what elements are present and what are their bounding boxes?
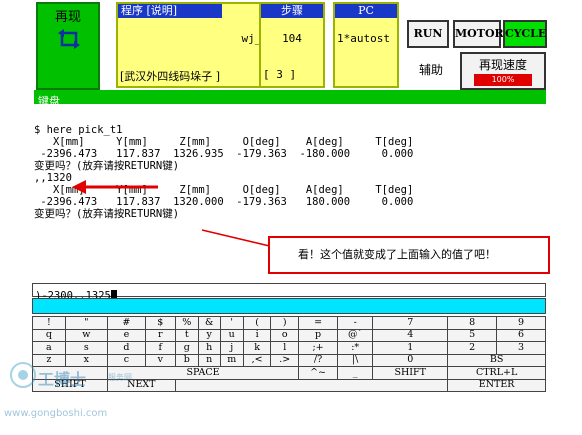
- key[interactable]: r: [144, 328, 176, 342]
- key[interactable]: ,<: [242, 353, 272, 367]
- watermark-sub: 服务网: [108, 373, 132, 382]
- key[interactable]: e: [106, 328, 146, 342]
- key[interactable]: ): [270, 316, 300, 330]
- step-sub: [ 3 ]: [263, 68, 297, 81]
- speed-value: 100%: [491, 75, 515, 84]
- key[interactable]: $: [144, 316, 176, 330]
- key[interactable]: y: [197, 328, 221, 342]
- key[interactable]: k: [242, 341, 272, 355]
- key-lock-bar[interactable]: 键盘: [34, 90, 546, 108]
- key[interactable]: s: [64, 341, 108, 355]
- terminal-line: $ here pick_t1: [34, 124, 123, 136]
- enter-key[interactable]: ENTER: [447, 378, 546, 392]
- key[interactable]: b: [174, 353, 199, 367]
- key[interactable]: :*: [337, 341, 374, 355]
- callout-text: 看！这个值就变成了上面输入的值了吧！: [298, 248, 496, 261]
- key[interactable]: -: [337, 316, 374, 330]
- key[interactable]: ": [64, 316, 108, 330]
- shift-key-right[interactable]: SHIFT: [372, 366, 449, 380]
- replay-icon: [58, 29, 80, 49]
- pc-title: PC: [335, 4, 397, 18]
- key[interactable]: =: [298, 316, 339, 330]
- key[interactable]: !: [32, 316, 66, 330]
- key[interactable]: p: [298, 328, 339, 342]
- terminal-line: 变更吗？(放弃请按RETURN键): [34, 160, 180, 172]
- underscore-key[interactable]: _: [337, 366, 374, 380]
- motor-button[interactable]: MOTOR: [453, 20, 504, 48]
- key[interactable]: 3: [496, 341, 546, 355]
- key[interactable]: 5: [447, 328, 498, 342]
- key[interactable]: d: [106, 341, 146, 355]
- key[interactable]: w: [64, 328, 108, 342]
- terminal-line: -2396.473 117.837 1326.935 -179.363 -180…: [34, 148, 414, 160]
- caret-key[interactable]: ^~: [298, 366, 339, 380]
- pc-value: 1*autost: [337, 32, 390, 45]
- key-blank[interactable]: [174, 378, 449, 392]
- key[interactable]: #: [106, 316, 146, 330]
- program-panel[interactable]: 程序 [说明] wj_4 [武汉外四线码垛子 ]: [116, 2, 276, 88]
- command-input[interactable]: )-2300,,1325: [32, 283, 546, 302]
- key[interactable]: (: [242, 316, 272, 330]
- cycle-button[interactable]: CYCLE: [503, 20, 547, 48]
- speed-value-bar: 100%: [474, 74, 532, 86]
- replay-label: 再现: [54, 10, 81, 25]
- replay-button[interactable]: 再现: [36, 2, 100, 90]
- key[interactable]: 2: [447, 341, 498, 355]
- key[interactable]: 0: [372, 353, 449, 367]
- key[interactable]: 4: [372, 328, 449, 342]
- program-title: 程序 [说明]: [118, 4, 222, 18]
- key[interactable]: n: [197, 353, 221, 367]
- key[interactable]: f: [144, 341, 176, 355]
- key[interactable]: t: [174, 328, 199, 342]
- key[interactable]: .>: [270, 353, 300, 367]
- key[interactable]: l: [270, 341, 300, 355]
- key[interactable]: u: [219, 328, 244, 342]
- key[interactable]: ': [219, 316, 244, 330]
- key[interactable]: 9: [496, 316, 546, 330]
- run-button[interactable]: RUN: [407, 20, 449, 48]
- cyan-bar: [32, 298, 546, 314]
- key[interactable]: o: [270, 328, 300, 342]
- key[interactable]: @`: [337, 328, 374, 342]
- key[interactable]: &: [197, 316, 221, 330]
- program-comment: [武汉外四线码垛子 ]: [120, 70, 221, 83]
- key[interactable]: 7: [372, 316, 449, 330]
- key[interactable]: 1: [372, 341, 449, 355]
- ctrl-l-key[interactable]: CTRL+L: [447, 366, 546, 380]
- step-panel[interactable]: 步骤 104 [ 3 ]: [259, 2, 325, 88]
- watermark-url: www.gongboshi.com: [4, 408, 108, 419]
- backspace-key[interactable]: BS: [447, 353, 546, 367]
- terminal-line: -2396.473 117.837 1320.000 -179.363 180.…: [34, 196, 414, 208]
- key[interactable]: g: [174, 341, 199, 355]
- key[interactable]: ;+: [298, 341, 339, 355]
- key[interactable]: 8: [447, 316, 498, 330]
- pc-panel[interactable]: PC 1*autost: [333, 2, 399, 88]
- key[interactable]: j: [219, 341, 244, 355]
- callout-box: 看！这个值就变成了上面输入的值了吧！: [268, 236, 550, 274]
- key[interactable]: h: [197, 341, 221, 355]
- key[interactable]: 6: [496, 328, 546, 342]
- key[interactable]: a: [32, 341, 66, 355]
- key[interactable]: |\: [337, 353, 374, 367]
- red-arrow-icon: [72, 180, 158, 194]
- key[interactable]: %: [174, 316, 199, 330]
- speed-panel[interactable]: 再现速度 100%: [460, 52, 546, 90]
- step-value: 104: [282, 32, 302, 45]
- watermark-logo-icon: [10, 362, 36, 388]
- key[interactable]: q: [32, 328, 66, 342]
- watermark: 工博士 服务网 www.gongboshi.com: [2, 356, 172, 426]
- watermark-brand: 工博士: [38, 370, 87, 389]
- key[interactable]: m: [219, 353, 244, 367]
- terminal-line: 变更吗？(放弃请按RETURN键): [34, 208, 180, 220]
- key-lock-label: 键盘: [38, 95, 60, 108]
- key[interactable]: /?: [298, 353, 339, 367]
- step-title: 步骤: [261, 4, 323, 18]
- key[interactable]: i: [242, 328, 272, 342]
- terminal-line: X[mm] Y[mm] Z[mm] O[deg] A[deg] T[deg]: [34, 136, 414, 148]
- aux-button[interactable]: 辅助: [407, 56, 455, 84]
- speed-title: 再现速度: [478, 58, 527, 72]
